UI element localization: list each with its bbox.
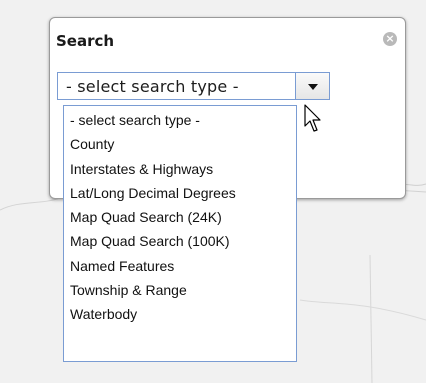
dropdown-toggle-button[interactable] xyxy=(295,73,329,99)
option-waterbody[interactable]: Waterbody xyxy=(64,302,296,326)
option-map-quad-24k[interactable]: Map Quad Search (24K) xyxy=(64,205,296,229)
chevron-down-icon xyxy=(308,84,318,90)
option-interstates-highways[interactable]: Interstates & Highways xyxy=(64,157,296,181)
panel-title: Search xyxy=(56,32,115,50)
option-county[interactable]: County xyxy=(64,132,296,156)
option-select-search-type[interactable]: - select search type - xyxy=(64,108,296,132)
option-lat-long-decimal-degrees[interactable]: Lat/Long Decimal Degrees xyxy=(64,181,296,205)
dropdown-list: - select search type - County Interstate… xyxy=(63,105,297,362)
select-value: - select search type - xyxy=(66,77,239,96)
option-township-range[interactable]: Township & Range xyxy=(64,278,296,302)
search-type-select[interactable]: - select search type - xyxy=(57,72,330,100)
option-map-quad-100k[interactable]: Map Quad Search (100K) xyxy=(64,229,296,253)
mouse-pointer-icon xyxy=(304,104,321,132)
option-named-features[interactable]: Named Features xyxy=(64,254,296,278)
close-icon[interactable]: × xyxy=(383,32,397,46)
